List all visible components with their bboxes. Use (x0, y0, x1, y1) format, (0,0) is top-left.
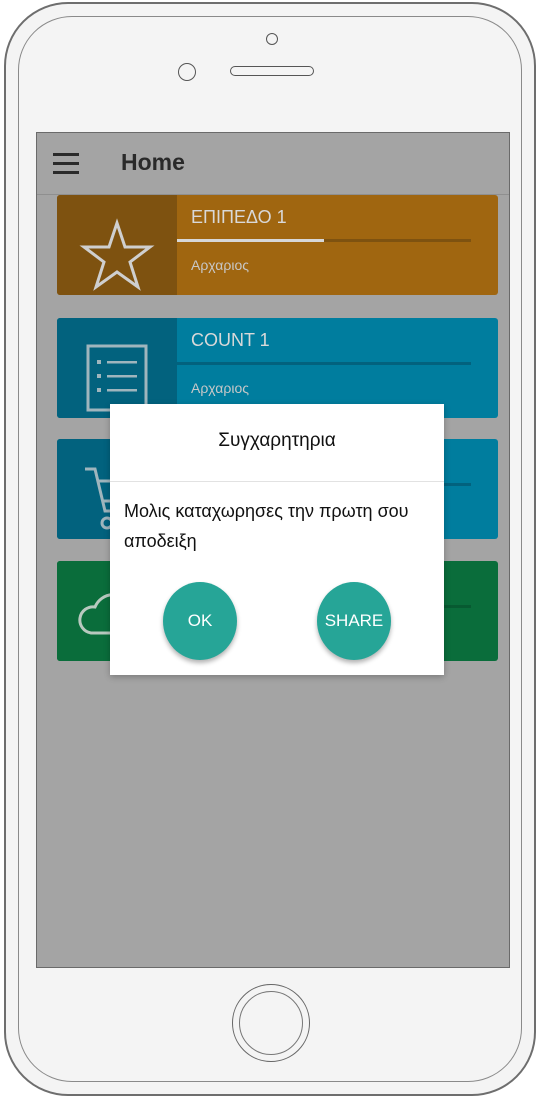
home-button[interactable] (232, 984, 310, 1062)
dialog-title: Συγχαρητηρια (218, 430, 336, 451)
card-sublabel: Αρχαριος (191, 257, 249, 273)
congrats-dialog: Συγχαρητηρια Μολις καταχωρησες την πρωτη… (110, 404, 444, 675)
card-icon-box (57, 195, 177, 295)
dialog-message: Μολις καταχωρησες την πρωτη σου αποδειξη (124, 501, 409, 551)
ok-button[interactable]: OK (163, 582, 237, 660)
progress-track (177, 239, 471, 242)
progress-track (177, 362, 471, 365)
card-count[interactable]: COUNT 1 Αρχαριος (57, 318, 498, 418)
earpiece-speaker (230, 66, 314, 76)
star-icon (79, 218, 155, 291)
menu-icon[interactable] (53, 153, 79, 175)
progress-fill (177, 239, 324, 242)
app-bar: Home (37, 133, 509, 195)
card-sublabel: Αρχαριος (191, 380, 249, 396)
card-level[interactable]: ΕΠΙΠΕΔΟ 1 Αρχαριος (57, 195, 498, 295)
dialog-divider (110, 481, 444, 482)
proximity-sensor (178, 63, 196, 81)
list-icon (86, 344, 148, 412)
page-title: Home (121, 149, 185, 175)
card-label: COUNT 1 (191, 330, 270, 350)
card-icon-box (57, 318, 177, 418)
share-button[interactable]: SHARE (317, 582, 391, 660)
front-camera (266, 33, 278, 45)
card-label: ΕΠΙΠΕΔΟ 1 (191, 207, 287, 227)
